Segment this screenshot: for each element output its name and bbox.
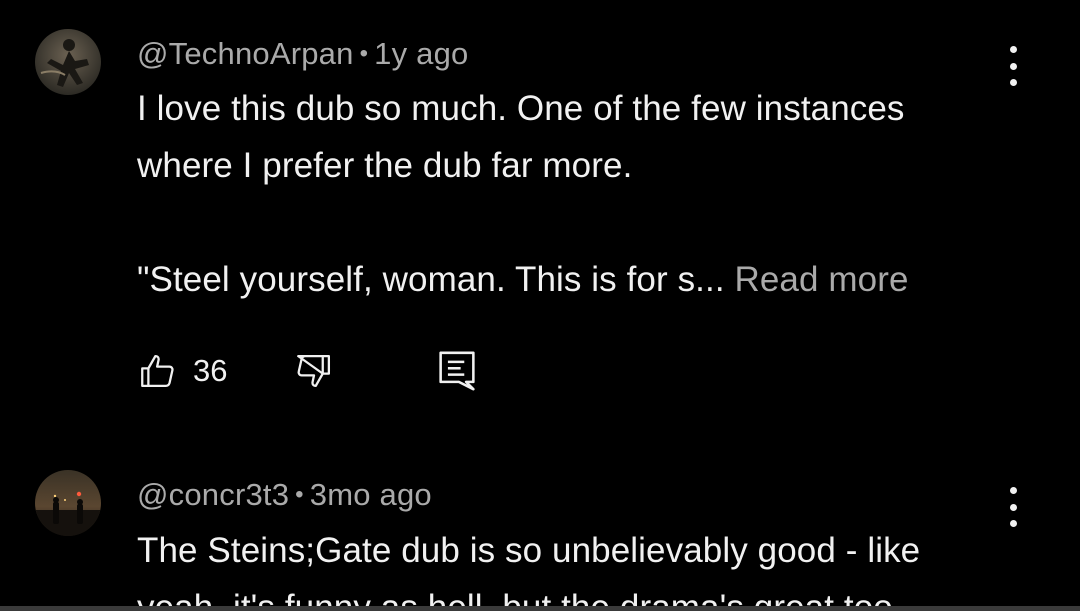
thumbs-down-icon (297, 354, 331, 388)
more-vert-icon (1009, 487, 1017, 494)
scroll-edge-divider (0, 606, 1080, 611)
comment-author[interactable]: @concr3t3 (137, 477, 289, 512)
comment-time[interactable]: 3mo ago (310, 477, 432, 512)
comment-truncated-text: "Steel yourself, woman. This is for s... (137, 260, 725, 299)
comments-section: @TechnoArpan • 1y ago I love this dub so m… (0, 0, 1080, 611)
reply-icon (439, 351, 475, 391)
reply-button[interactable] (437, 348, 477, 394)
more-vert-icon (1009, 46, 1017, 53)
comment-text: The Steins;Gate dub is so unbelievably g… (137, 522, 1017, 611)
comment-meta: @concr3t3 • 3mo ago (137, 477, 432, 513)
comment-line (137, 194, 1017, 251)
comment-line: where I prefer the dub far more. (137, 146, 633, 185)
meta-separator: • (295, 481, 304, 508)
comment-line: The Steins;Gate dub is so unbelievably g… (137, 531, 921, 570)
comment-text: I love this dub so much. One of the few … (137, 80, 1017, 308)
avatar[interactable] (35, 470, 101, 536)
meta-separator: • (359, 40, 369, 67)
like-count: 36 (193, 353, 228, 388)
like-button[interactable]: 36 (137, 348, 227, 394)
more-options-button[interactable] (1002, 487, 1024, 527)
dislike-button[interactable] (293, 348, 335, 394)
comment-author[interactable]: @TechnoArpan (137, 36, 354, 71)
thumbs-up-icon (141, 354, 174, 388)
read-more-link[interactable]: Read more (734, 260, 908, 299)
comment-time[interactable]: 1y ago (374, 36, 468, 71)
comment-line: I love this dub so much. One of the few … (137, 89, 905, 128)
figure-silhouette-avatar-icon (35, 29, 101, 95)
avatar[interactable] (35, 29, 101, 95)
comment-meta: @TechnoArpan • 1y ago (137, 36, 468, 72)
comment-line: "Steel yourself, woman. This is for s...… (137, 251, 1017, 308)
night-scene-avatar-icon (35, 470, 101, 536)
